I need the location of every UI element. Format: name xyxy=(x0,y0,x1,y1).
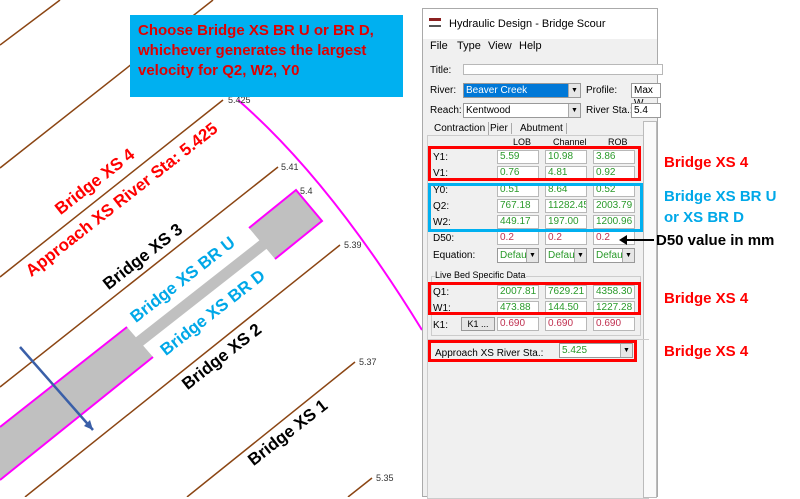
profile-label: Profile: xyxy=(586,85,618,96)
title-bar: Hydraulic Design - Bridge Scour xyxy=(423,9,657,39)
live-bed-label: Live Bed Specific Data xyxy=(435,270,526,280)
river-station-label: River Sta.: xyxy=(586,105,633,116)
equation-select[interactable]: Defau ▼ xyxy=(497,248,539,263)
highlight-box-br xyxy=(428,183,643,232)
note-bridge-xs4-approach: Bridge XS 4 xyxy=(664,343,749,360)
row-label: D50: xyxy=(433,233,455,244)
note-bridge-xs4-live: Bridge XS 4 xyxy=(664,290,749,307)
station-label: 5.39 xyxy=(344,240,362,250)
value-input[interactable]: 0.2 xyxy=(593,231,635,245)
arrow-line xyxy=(624,239,654,241)
note-bridge-xs-br-u: Bridge XS BR U xyxy=(664,188,777,205)
highlight-box-approach xyxy=(428,340,637,362)
window-title: Hydraulic Design - Bridge Scour xyxy=(449,18,606,30)
note-or-xs-br-d: or XS BR D xyxy=(664,209,745,226)
chevron-down-icon[interactable]: ▼ xyxy=(568,104,580,117)
reach-label: Reach: xyxy=(430,105,462,116)
equation-label: Equation: xyxy=(433,250,476,261)
menu-type[interactable]: Type xyxy=(457,40,481,52)
menu-help[interactable]: Help xyxy=(519,40,542,52)
hydraulic-design-window: Hydraulic Design - Bridge Scour File Typ… xyxy=(422,8,663,499)
profile-select[interactable]: Max W xyxy=(631,83,661,109)
equation-value: Defau xyxy=(596,250,623,261)
xs-line-5.35 xyxy=(347,477,373,497)
side-panel xyxy=(643,121,657,498)
equation-value: Defau xyxy=(548,250,575,261)
value-input[interactable]: 0.2 xyxy=(497,231,539,245)
title-input[interactable] xyxy=(463,64,663,75)
app-icon xyxy=(429,18,441,27)
menu-file[interactable]: File xyxy=(430,40,448,52)
chevron-down-icon[interactable]: ▼ xyxy=(622,249,634,262)
tab-abutment[interactable]: Abutment xyxy=(520,123,567,134)
xs-line-5.425 xyxy=(0,99,224,278)
title-label: Title: xyxy=(430,65,452,76)
chevron-down-icon[interactable]: ▼ xyxy=(568,84,580,97)
station-label: 5.35 xyxy=(376,473,394,483)
instruction-callout: Choose Bridge XS BR U or BR D, whichever… xyxy=(130,15,403,97)
station-label: 5.41 xyxy=(281,162,299,172)
note-d50: D50 value in mm xyxy=(656,232,775,249)
highlight-box-xs4 xyxy=(428,146,641,181)
reach-value: Kentwood xyxy=(466,105,511,116)
menu-view[interactable]: View xyxy=(488,40,512,52)
tab-pier[interactable]: Pier xyxy=(490,123,512,134)
xs-line-5.37 xyxy=(186,361,356,497)
equation-select[interactable]: Defau ▼ xyxy=(593,248,635,263)
arrow-left-icon xyxy=(619,235,627,245)
note-bridge-xs4: Bridge XS 4 xyxy=(664,154,749,171)
tab-contraction[interactable]: Contraction xyxy=(431,122,490,135)
river-label: River: xyxy=(430,85,457,96)
equation-select[interactable]: Defau ▼ xyxy=(545,248,587,263)
reach-select[interactable]: Kentwood ▼ xyxy=(463,103,581,118)
river-value: Beaver Creek xyxy=(466,85,528,96)
station-label: 5.37 xyxy=(359,357,377,367)
xs-line xyxy=(0,0,61,46)
chevron-down-icon[interactable]: ▼ xyxy=(574,249,586,262)
value-input[interactable]: 0.2 xyxy=(545,231,587,245)
station-label: 5.4 xyxy=(300,186,313,196)
river-station-select[interactable]: 5.4 xyxy=(631,103,661,118)
highlight-box-live-bed xyxy=(428,282,641,315)
equation-value: Defau xyxy=(500,250,527,261)
chevron-down-icon[interactable]: ▼ xyxy=(526,249,538,262)
river-select[interactable]: Beaver Creek ▼ xyxy=(463,83,581,98)
